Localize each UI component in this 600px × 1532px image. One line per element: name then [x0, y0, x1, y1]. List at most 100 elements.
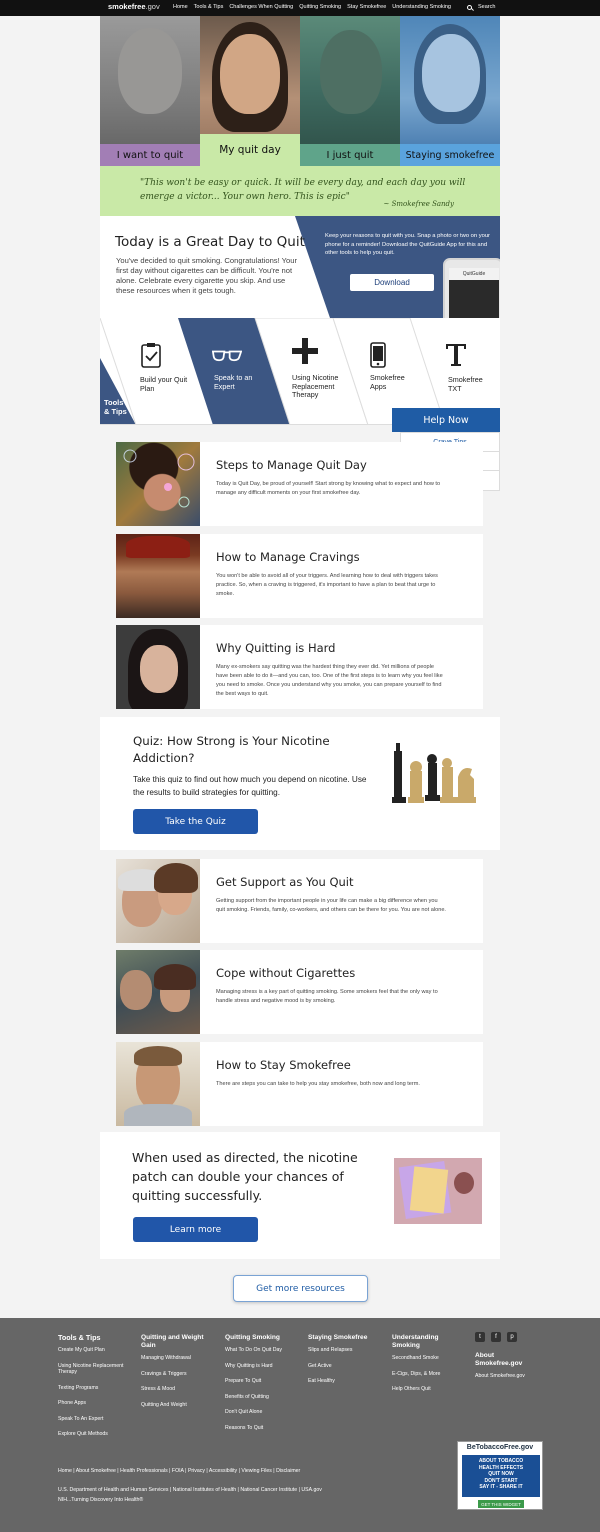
footer-link[interactable]: Prepare To Quit [225, 1378, 297, 1385]
card-stay-smokefree[interactable]: How to Stay Smokefree There are steps yo… [116, 1042, 483, 1126]
footer-link[interactable]: Explore Quit Methods [58, 1431, 128, 1438]
card-text: There are steps you can take to help you… [216, 1081, 420, 1087]
stage-just-quit[interactable]: I just quit [300, 16, 400, 166]
card-title: Cope without Cigarettes [216, 966, 356, 980]
top-nav: smokefree.gov Home Tools & Tips Challeng… [0, 0, 600, 16]
footer-link[interactable]: Quitting And Weight [141, 1402, 213, 1409]
footer-link[interactable]: E-Cigs, Dips, & More [392, 1371, 458, 1378]
card-title: How to Manage Cravings [216, 550, 360, 564]
footer-link[interactable]: Eat Healthy [308, 1378, 380, 1385]
phone-icon [363, 340, 393, 370]
phone-image: QuitGuide [443, 258, 500, 318]
footer-link[interactable]: Reasons To Quit [225, 1425, 297, 1432]
footer-col-quitting: Quitting Smoking What To Do On Quit Day … [225, 1334, 297, 1440]
card-text: Managing stress is a key part of quittin… [216, 989, 438, 1004]
card-manage-quit-day[interactable]: Steps to Manage Quit Day Today is Quit D… [116, 442, 483, 526]
card-why-quitting-hard[interactable]: Why Quitting is Hard Many ex-smokers say… [116, 625, 483, 709]
search-icon [467, 4, 472, 10]
footer-links-row[interactable]: Home | About Smokefree | Health Professi… [58, 1468, 300, 1474]
widget-line[interactable]: SAY IT - SHARE IT [462, 1484, 540, 1491]
download-button[interactable]: Download [350, 274, 434, 291]
footer-agencies[interactable]: U.S. Department of Health and Human Serv… [58, 1487, 322, 1493]
footer-heading: About Smokefree.gov [475, 1352, 523, 1367]
card-image-woman [116, 625, 200, 709]
footer-col-tools: Tools & Tips Create My Quit Plan Using N… [58, 1334, 128, 1447]
card-text: Today is Quit Day, be proud of yourself!… [216, 481, 441, 496]
nav-links: Home Tools & Tips Challenges When Quitti… [173, 4, 451, 10]
footer-col-weight: Quitting and Weight Gain Managing Withdr… [141, 1334, 213, 1417]
plus-icon [290, 336, 320, 366]
stage-label: My quit day [200, 134, 300, 166]
footer-link[interactable]: Help Others Quit [392, 1386, 458, 1393]
tools-heading: Tools & Tips [104, 398, 127, 416]
quote-attribution: ~ Smokefree Sandy [383, 200, 454, 208]
footer-link[interactable]: Cravings & Triggers [141, 1371, 213, 1378]
footer-link[interactable]: Speak To An Expert [58, 1416, 128, 1423]
footer-col-staying: Staying Smokefree Slips and Relapses Get… [308, 1334, 380, 1394]
help-now-button[interactable]: Help Now [392, 408, 500, 432]
today-banner: Today is a Great Day to Quit You've deci… [100, 216, 500, 318]
footer-link[interactable]: Phone Apps [58, 1400, 128, 1407]
card-title: How to Stay Smokefree [216, 1058, 351, 1072]
patch-image [394, 1158, 482, 1224]
tool-label: Speak to an Expert [214, 373, 253, 391]
nav-link-quitting-smoking[interactable]: Quitting Smoking [299, 4, 341, 10]
clipboard-check-icon [136, 340, 166, 370]
footer-link[interactable]: Slips and Relapses [308, 1347, 380, 1354]
nav-search[interactable]: Search [467, 4, 495, 10]
card-title: Why Quitting is Hard [216, 641, 336, 655]
card-image-firefighter [116, 534, 200, 618]
footer-heading: Understanding Smoking [392, 1334, 439, 1349]
nav-link-tools-tips[interactable]: Tools & Tips [194, 4, 224, 10]
tool-label: Using Nicotine Replacement Therapy [292, 373, 339, 399]
footer-nih-tagline: NIH...Turning Discovery Into Health® [58, 1497, 144, 1503]
footer-link[interactable]: Using Nicotine Replacement Therapy [58, 1363, 128, 1376]
nav-link-understanding-smoking[interactable]: Understanding Smoking [392, 4, 451, 10]
social-links: t f p [475, 1332, 517, 1342]
card-text: You won't be able to avoid all of your t… [216, 573, 438, 597]
get-more-resources-button[interactable]: Get more resources [233, 1275, 368, 1302]
card-text: Getting support from the important peopl… [216, 898, 446, 913]
stage-label: I just quit [300, 144, 400, 166]
footer-link[interactable]: Don't Quit Alone [225, 1409, 297, 1416]
nav-link-challenges[interactable]: Challenges When Quitting [229, 4, 293, 10]
app-promo-text: Keep your reasons to quit with you. Snap… [325, 233, 490, 256]
footer-link[interactable]: Secondhand Smoke [392, 1355, 458, 1362]
footer-heading: Staying Smokefree [308, 1334, 368, 1341]
card-title: Steps to Manage Quit Day [216, 458, 367, 472]
footer-link[interactable]: Get Active [308, 1363, 380, 1370]
stage-staying-smokefree[interactable]: Staying smokefree [400, 16, 500, 166]
nav-link-home[interactable]: Home [173, 4, 188, 10]
facebook-icon[interactable]: f [491, 1332, 501, 1342]
card-image-man [116, 1042, 200, 1126]
betobaccofree-widget[interactable]: BeTobaccoFree.gov ABOUT TOBACCO HEALTH E… [457, 1441, 543, 1510]
get-widget-button[interactable]: GET THIS WIDGET [478, 1500, 524, 1508]
widget-title: BeTobaccoFree.gov [466, 1444, 534, 1451]
footer-link[interactable]: What To Do On Quit Day [225, 1347, 297, 1354]
today-title: Today is a Great Day to Quit [115, 234, 305, 250]
footer-link[interactable]: Texting Programs [58, 1385, 128, 1392]
pinterest-icon[interactable]: p [507, 1332, 517, 1342]
footer-link[interactable]: Why Quitting is Hard [225, 1363, 297, 1370]
take-quiz-button[interactable]: Take the Quiz [133, 809, 258, 834]
stage-quit-day[interactable]: My quit day [200, 16, 300, 166]
footer-link[interactable]: Benefits of Quitting [225, 1394, 297, 1401]
quote-banner: "This won't be easy or quick. It will be… [100, 166, 500, 216]
twitter-icon[interactable]: t [475, 1332, 485, 1342]
footer-link[interactable]: Stress & Mood [141, 1386, 213, 1393]
card-get-support[interactable]: Get Support as You Quit Getting support … [116, 859, 483, 943]
footer-link[interactable]: Managing Withdrawal [141, 1355, 213, 1362]
learn-more-button[interactable]: Learn more [133, 1217, 258, 1242]
search-label: Search [478, 4, 496, 10]
stage-want-to-quit[interactable]: I want to quit [100, 16, 200, 166]
card-text: Many ex-smokers say quitting was the har… [216, 664, 443, 697]
card-cope-without[interactable]: Cope without Cigarettes Managing stress … [116, 950, 483, 1034]
nav-link-stay-smokefree[interactable]: Stay Smokefree [347, 4, 386, 10]
footer-link[interactable]: Create My Quit Plan [58, 1347, 128, 1354]
text-t-icon [441, 340, 471, 370]
hero-stages: I want to quit My quit day I just quit S… [100, 16, 500, 166]
footer-link[interactable]: About Smokefree.gov [475, 1373, 535, 1380]
card-image-couple [116, 859, 200, 943]
card-manage-cravings[interactable]: How to Manage Cravings You won't be able… [116, 534, 483, 618]
site-logo[interactable]: smokefree.gov [108, 2, 160, 11]
